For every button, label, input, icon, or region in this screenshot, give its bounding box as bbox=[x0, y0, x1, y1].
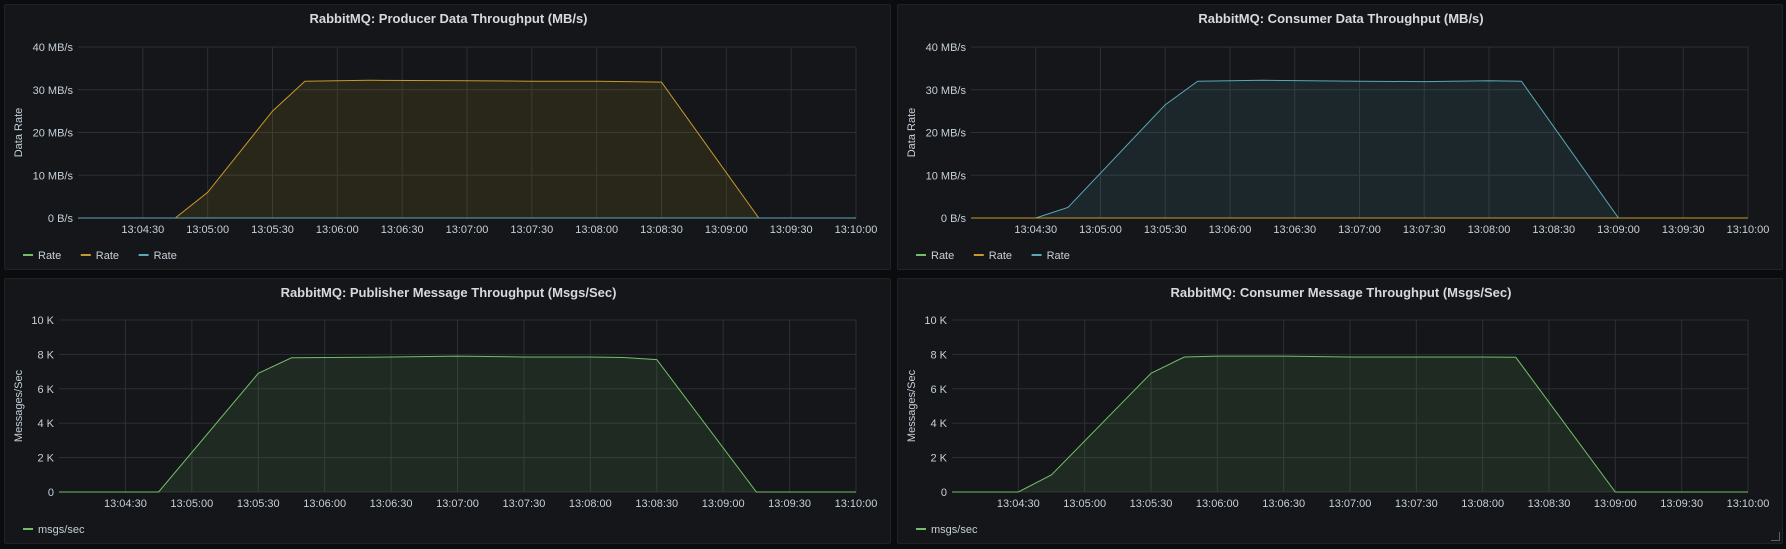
series-area-0 bbox=[59, 356, 856, 492]
x-tick-label: 13:08:00 bbox=[575, 224, 618, 236]
x-tick-label: 13:08:30 bbox=[640, 224, 683, 236]
y-tick-label: 0 B/s bbox=[48, 213, 74, 225]
y-axis-label: Messages/Sec bbox=[906, 369, 918, 442]
x-tick-label: 13:05:30 bbox=[237, 498, 280, 510]
panel-title[interactable]: RabbitMQ: Publisher Message Throughput (… bbox=[281, 285, 617, 300]
x-tick-label: 13:08:00 bbox=[1468, 224, 1511, 236]
x-tick-label: 13:07:30 bbox=[1403, 224, 1446, 236]
x-tick-label: 13:06:30 bbox=[370, 498, 413, 510]
x-tick-label: 13:05:30 bbox=[1144, 224, 1187, 236]
legend-item[interactable]: msgs/sec bbox=[931, 524, 978, 536]
x-tick-label: 13:05:30 bbox=[251, 224, 294, 236]
x-tick-label: 13:07:30 bbox=[510, 224, 553, 236]
y-tick-label: 2 K bbox=[37, 453, 54, 465]
y-tick-label: 0 bbox=[941, 487, 947, 499]
x-tick-label: 13:06:00 bbox=[1209, 224, 1252, 236]
x-tick-label: 13:05:00 bbox=[1063, 498, 1106, 510]
x-tick-label: 13:07:00 bbox=[1329, 498, 1372, 510]
y-tick-label: 10 MB/s bbox=[926, 170, 967, 182]
x-tick-label: 13:08:30 bbox=[1532, 224, 1575, 236]
x-tick-label: 13:09:30 bbox=[1662, 224, 1705, 236]
chart-publisher-messages: RabbitMQ: Publisher Message Throughput (… bbox=[13, 285, 878, 536]
resize-handle-icon[interactable] bbox=[1771, 532, 1780, 541]
x-tick-label: 13:07:30 bbox=[1395, 498, 1438, 510]
x-tick-label: 13:09:00 bbox=[702, 498, 745, 510]
y-tick-label: 30 MB/s bbox=[926, 85, 967, 97]
y-tick-label: 4 K bbox=[37, 418, 54, 430]
x-tick-label: 13:07:00 bbox=[436, 498, 479, 510]
x-tick-label: 13:09:00 bbox=[1597, 224, 1640, 236]
legend-item[interactable]: msgs/sec bbox=[38, 524, 85, 536]
x-tick-label: 13:06:00 bbox=[316, 224, 359, 236]
legend-item[interactable]: Rate bbox=[931, 250, 954, 262]
x-tick-label: 13:04:30 bbox=[121, 224, 164, 236]
y-tick-label: 0 B/s bbox=[941, 213, 967, 225]
x-tick-label: 13:06:30 bbox=[1262, 498, 1305, 510]
y-tick-label: 10 MB/s bbox=[33, 170, 74, 182]
x-tick-label: 13:08:00 bbox=[569, 498, 612, 510]
x-tick-label: 13:09:00 bbox=[1594, 498, 1637, 510]
x-tick-label: 13:08:30 bbox=[1528, 498, 1571, 510]
chart-consumer-data: RabbitMQ: Consumer Data Throughput (MB/s… bbox=[906, 11, 1770, 262]
y-tick-label: 8 K bbox=[37, 349, 54, 361]
x-tick-label: 13:08:00 bbox=[1461, 498, 1504, 510]
legend-item[interactable]: Rate bbox=[96, 250, 119, 262]
x-tick-label: 13:09:00 bbox=[705, 224, 748, 236]
panel-consumer-data-throughput[interactable]: RabbitMQ: Consumer Data Throughput (MB/s… bbox=[897, 4, 1783, 270]
series-area-1 bbox=[78, 80, 856, 218]
legend-item[interactable]: Rate bbox=[989, 250, 1012, 262]
x-tick-label: 13:10:00 bbox=[835, 498, 878, 510]
y-tick-label: 40 MB/s bbox=[926, 42, 967, 54]
x-tick-label: 13:05:00 bbox=[170, 498, 213, 510]
y-tick-label: 20 MB/s bbox=[926, 128, 967, 140]
x-tick-label: 13:07:00 bbox=[1338, 224, 1381, 236]
x-tick-label: 13:04:30 bbox=[1014, 224, 1057, 236]
y-axis-label: Data Rate bbox=[13, 108, 25, 158]
panel-producer-data-throughput[interactable]: RabbitMQ: Producer Data Throughput (MB/s… bbox=[4, 4, 891, 270]
x-tick-label: 13:05:00 bbox=[186, 224, 229, 236]
y-tick-label: 10 K bbox=[924, 315, 947, 327]
panel-publisher-message-throughput[interactable]: RabbitMQ: Publisher Message Throughput (… bbox=[4, 278, 891, 544]
x-tick-label: 13:08:30 bbox=[635, 498, 678, 510]
x-tick-label: 13:10:00 bbox=[1727, 498, 1770, 510]
legend-item[interactable]: Rate bbox=[38, 250, 61, 262]
x-tick-label: 13:09:30 bbox=[770, 224, 813, 236]
x-tick-label: 13:06:30 bbox=[1273, 224, 1316, 236]
series-area-0 bbox=[952, 356, 1748, 492]
x-tick-label: 13:09:30 bbox=[768, 498, 811, 510]
chart-producer-data: RabbitMQ: Producer Data Throughput (MB/s… bbox=[13, 11, 878, 262]
y-tick-label: 20 MB/s bbox=[33, 128, 74, 140]
x-tick-label: 13:05:30 bbox=[1130, 498, 1173, 510]
x-tick-label: 13:05:00 bbox=[1079, 224, 1122, 236]
x-tick-label: 13:06:00 bbox=[303, 498, 346, 510]
x-tick-label: 13:07:00 bbox=[446, 224, 489, 236]
x-tick-label: 13:10:00 bbox=[835, 224, 878, 236]
y-tick-label: 40 MB/s bbox=[33, 42, 74, 54]
x-tick-label: 13:10:00 bbox=[1727, 224, 1770, 236]
x-tick-label: 13:09:30 bbox=[1660, 498, 1703, 510]
legend-item[interactable]: Rate bbox=[154, 250, 177, 262]
panel-title[interactable]: RabbitMQ: Producer Data Throughput (MB/s… bbox=[309, 11, 587, 26]
panel-title[interactable]: RabbitMQ: Consumer Message Throughput (M… bbox=[1171, 285, 1512, 300]
y-tick-label: 6 K bbox=[37, 384, 54, 396]
y-axis-label: Data Rate bbox=[906, 108, 918, 158]
y-tick-label: 0 bbox=[48, 487, 54, 499]
y-tick-label: 4 K bbox=[930, 418, 947, 430]
y-tick-label: 2 K bbox=[930, 453, 947, 465]
x-tick-label: 13:06:00 bbox=[1196, 498, 1239, 510]
y-tick-label: 10 K bbox=[31, 315, 54, 327]
x-tick-label: 13:06:30 bbox=[381, 224, 424, 236]
x-tick-label: 13:07:30 bbox=[503, 498, 546, 510]
panel-consumer-message-throughput[interactable]: RabbitMQ: Consumer Message Throughput (M… bbox=[897, 278, 1783, 544]
y-tick-label: 8 K bbox=[930, 349, 947, 361]
series-area-2 bbox=[971, 80, 1748, 218]
legend-item[interactable]: Rate bbox=[1047, 250, 1070, 262]
x-tick-label: 13:04:30 bbox=[997, 498, 1040, 510]
chart-consumer-messages: RabbitMQ: Consumer Message Throughput (M… bbox=[906, 285, 1770, 536]
panel-title[interactable]: RabbitMQ: Consumer Data Throughput (MB/s… bbox=[1198, 11, 1483, 26]
y-tick-label: 6 K bbox=[930, 384, 947, 396]
y-axis-label: Messages/Sec bbox=[13, 369, 25, 442]
x-tick-label: 13:04:30 bbox=[104, 498, 147, 510]
y-tick-label: 30 MB/s bbox=[33, 85, 74, 97]
